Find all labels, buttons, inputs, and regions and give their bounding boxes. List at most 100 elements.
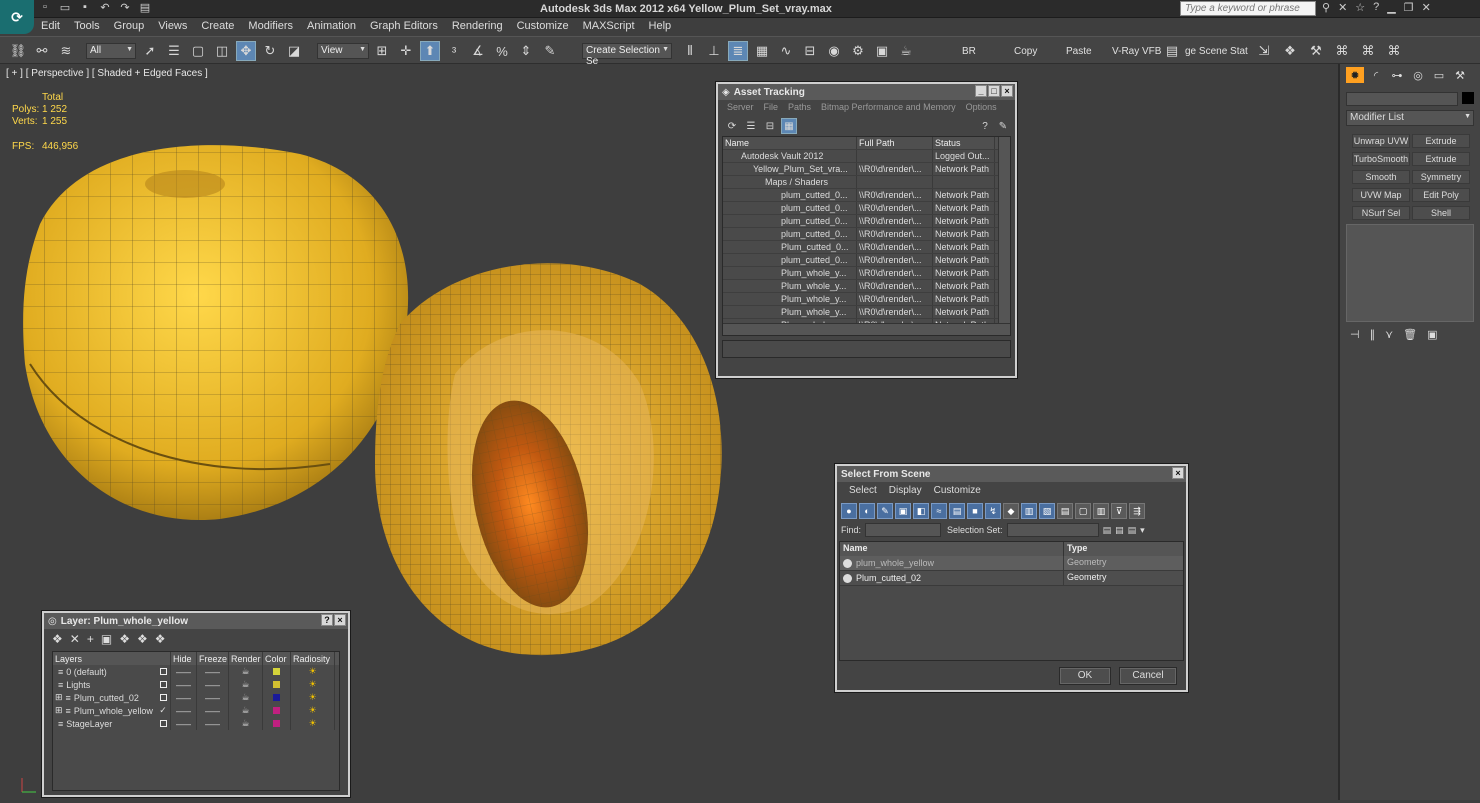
filter-cameras-icon[interactable]: ▣	[895, 503, 911, 519]
options-dropdown-icon[interactable]: ▾	[1140, 525, 1145, 536]
table-row[interactable]: plum_cutted_0... \\R0\d\render\... Network…	[723, 189, 1010, 202]
filter-bones-icon[interactable]: ↯	[985, 503, 1001, 519]
table-row[interactable]: Autodesk Vault 2012 Logged Out...	[723, 150, 1010, 163]
expand-icon[interactable]: ⊞	[55, 692, 63, 703]
vray-vfb-button[interactable]: V-Ray VFB	[1112, 41, 1161, 61]
menu-maxscript[interactable]: MAXScript	[576, 19, 642, 35]
open-file-icon[interactable]: ▭	[58, 1, 72, 15]
table-row[interactable]: plum_cutted_0... \\R0\d\render\... Network…	[723, 228, 1010, 241]
menu-tools[interactable]: Tools	[67, 19, 107, 35]
layer-color-swatch[interactable]	[263, 704, 291, 717]
snaps-toggle-icon[interactable]: ³	[444, 41, 464, 61]
menu-animation[interactable]: Animation	[300, 19, 363, 35]
col-full-path[interactable]: Full Path	[857, 137, 933, 149]
configure-sets-icon[interactable]: ▣	[1427, 328, 1437, 341]
list-view-icon[interactable]: ☰	[743, 118, 759, 134]
project-folder-icon[interactable]: ▤	[138, 1, 152, 15]
filter-lights-icon[interactable]: ✎	[877, 503, 893, 519]
filter-shapes-icon[interactable]: ◐	[859, 503, 875, 519]
ok-button[interactable]: OK	[1059, 667, 1111, 685]
col-color[interactable]: Color	[263, 652, 291, 665]
spinner-snap-icon[interactable]: ⇕	[516, 41, 536, 61]
render-teapot-icon[interactable]: ☕	[229, 665, 263, 678]
menu-file[interactable]: File	[759, 102, 784, 112]
layer-row[interactable]: ⊞ ≡ Plum_whole_yellow ✓ ––– ––– ☕ ☀	[53, 704, 339, 717]
menu-display[interactable]: Display	[883, 485, 928, 496]
current-layer-checkbox[interactable]: ✓	[158, 705, 168, 716]
menu-modifiers[interactable]: Modifiers	[241, 19, 300, 35]
manage-scene-states-button[interactable]: ge Scene Stat	[1185, 46, 1248, 57]
filter-geometry-icon[interactable]: ●	[841, 503, 857, 519]
object-color-swatch[interactable]	[1462, 92, 1474, 104]
rendered-frame-window-icon[interactable]: ▣	[872, 41, 892, 61]
filter-icon[interactable]: ⊽	[1111, 503, 1127, 519]
col-status[interactable]: Status	[933, 137, 995, 149]
menu-customize[interactable]: Customize	[928, 485, 987, 496]
asset-path-field[interactable]	[722, 340, 1011, 358]
table-view-icon[interactable]: ▦	[781, 118, 797, 134]
table-row[interactable]: Maps / Shaders	[723, 176, 1010, 189]
display-none-icon[interactable]: ▥	[1021, 503, 1037, 519]
named-selection-dropdown[interactable]: Create Selection Se	[582, 43, 672, 67]
menu-graph-editors[interactable]: Graph Editors	[363, 19, 445, 35]
filter-groups-icon[interactable]: ▤	[949, 503, 965, 519]
hierarchy-tab-icon[interactable]: ⊶	[1388, 67, 1406, 83]
close-icon[interactable]: ×	[1172, 467, 1184, 479]
freeze-toggle[interactable]: –––	[197, 717, 229, 730]
menu-customize[interactable]: Customize	[510, 19, 576, 35]
layer-manager-titlebar[interactable]: ◎ Layer: Plum_whole_yellow ? ×	[44, 613, 348, 629]
script-b-icon[interactable]: ⌘	[1358, 41, 1378, 61]
col-name[interactable]: Name	[840, 542, 1064, 556]
menu-create[interactable]: Create	[194, 19, 241, 35]
edit-named-selection-icon[interactable]: ✎	[540, 41, 560, 61]
select-manipulate-icon[interactable]: ✛	[396, 41, 416, 61]
select-none-icon[interactable]: ▢	[1075, 503, 1091, 519]
motion-tab-icon[interactable]: ◎	[1409, 67, 1427, 83]
schematic-view-icon[interactable]: ⊟	[800, 41, 820, 61]
communication-icon[interactable]: ✕	[1338, 1, 1347, 14]
layer-manager-icon[interactable]: ≣	[728, 41, 748, 61]
link-icon[interactable]: ⛓	[8, 41, 28, 61]
menu-options[interactable]: Options	[961, 102, 1002, 112]
render-production-icon[interactable]: ☕	[896, 41, 916, 61]
modifier-stack[interactable]	[1346, 224, 1474, 322]
table-row[interactable]: plum_cutted_0... \\R0\d\render\... Network…	[723, 202, 1010, 215]
render-teapot-icon[interactable]: ☕	[229, 678, 263, 691]
highlight-icon[interactable]: ✎	[995, 118, 1011, 134]
layer-color-swatch[interactable]	[263, 665, 291, 678]
col-radiosity[interactable]: Radiosity	[291, 652, 335, 665]
freeze-toggle[interactable]: –––	[197, 704, 229, 717]
edit-poly-button[interactable]: Edit Poly	[1412, 188, 1470, 202]
minimize-icon[interactable]: _	[975, 85, 987, 97]
radiosity-icon[interactable]: ☀	[291, 704, 335, 717]
radiosity-icon[interactable]: ☀	[291, 678, 335, 691]
menu-select[interactable]: Select	[843, 485, 883, 496]
smooth-button[interactable]: Smooth	[1352, 170, 1410, 184]
table-row[interactable]: Plum_cutted_02 Geometry	[840, 571, 1183, 586]
menu-server[interactable]: Server	[722, 102, 759, 112]
paste-button[interactable]: Paste	[1066, 41, 1092, 61]
radiosity-icon[interactable]: ☀	[291, 665, 335, 678]
filter-helpers-icon[interactable]: ◧	[913, 503, 929, 519]
filter-spacewarps-icon[interactable]: ≈	[931, 503, 947, 519]
layer-row[interactable]: ≡ 0 (default) ––– ––– ☕ ☀	[53, 665, 339, 678]
help-icon[interactable]: ?	[321, 614, 333, 626]
script-c-icon[interactable]: ⌘	[1384, 41, 1404, 61]
close-icon[interactable]: ×	[334, 614, 346, 626]
tree-view-icon[interactable]: ⊟	[762, 118, 778, 134]
close-icon[interactable]: ✕	[1422, 1, 1431, 14]
table-row[interactable]: Plum_whole_y...\\R0\d\render\...Network …	[723, 293, 1010, 306]
rectangular-selection-icon[interactable]: ▢	[188, 41, 208, 61]
table-row[interactable]: Plum_cutted_0... \\R0\d\render\... Network…	[723, 241, 1010, 254]
copy-button[interactable]: Copy	[1014, 41, 1037, 61]
col-render[interactable]: Render	[229, 652, 263, 665]
layer-color-swatch[interactable]	[263, 678, 291, 691]
col-type[interactable]: Type	[1064, 542, 1090, 556]
horizontal-scrollbar[interactable]	[723, 323, 1010, 335]
col-hide[interactable]: Hide	[171, 652, 197, 665]
col-layers[interactable]: Layers	[53, 652, 171, 665]
pivot-center-icon[interactable]: ⊞	[372, 41, 392, 61]
menu-help[interactable]: Help	[642, 19, 679, 35]
uvw-map-button[interactable]: UVW Map	[1352, 188, 1410, 202]
maximize-icon[interactable]: □	[988, 85, 1000, 97]
